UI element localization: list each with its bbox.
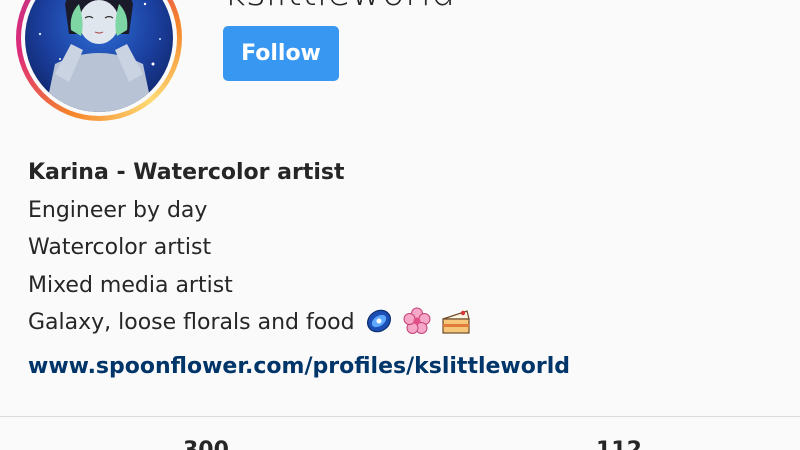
cake-icon: [441, 307, 471, 348]
bio-line-with-emojis: Galaxy, loose florals and food: [28, 304, 788, 348]
follow-button[interactable]: Follow: [223, 26, 339, 81]
bio-line: Mixed media artist: [28, 272, 233, 298]
stats-divider: [0, 416, 800, 417]
galaxy-icon: [365, 307, 393, 348]
stat-value[interactable]: 112: [596, 438, 642, 450]
flower-icon: [403, 307, 431, 348]
bio-name: Karina - Watercolor artist: [28, 160, 345, 185]
bio-line: Watercolor artist: [28, 235, 212, 260]
bio-line: Galaxy, loose florals and food: [28, 310, 355, 335]
profile-username: kslittleworld: [224, 0, 455, 14]
stat-value[interactable]: 300: [183, 438, 229, 450]
bio-website-link[interactable]: www.spoonflower.com/profiles/kslittlewor…: [28, 348, 570, 386]
avatar-image: [25, 0, 173, 112]
bio-line: Engineer by day: [28, 197, 208, 223]
profile-page: kslittleworld Follow Karina - Watercolor…: [0, 0, 800, 450]
profile-bio: Karina - Watercolor artist Engineer by d…: [28, 154, 788, 385]
profile-avatar[interactable]: [16, 0, 182, 121]
